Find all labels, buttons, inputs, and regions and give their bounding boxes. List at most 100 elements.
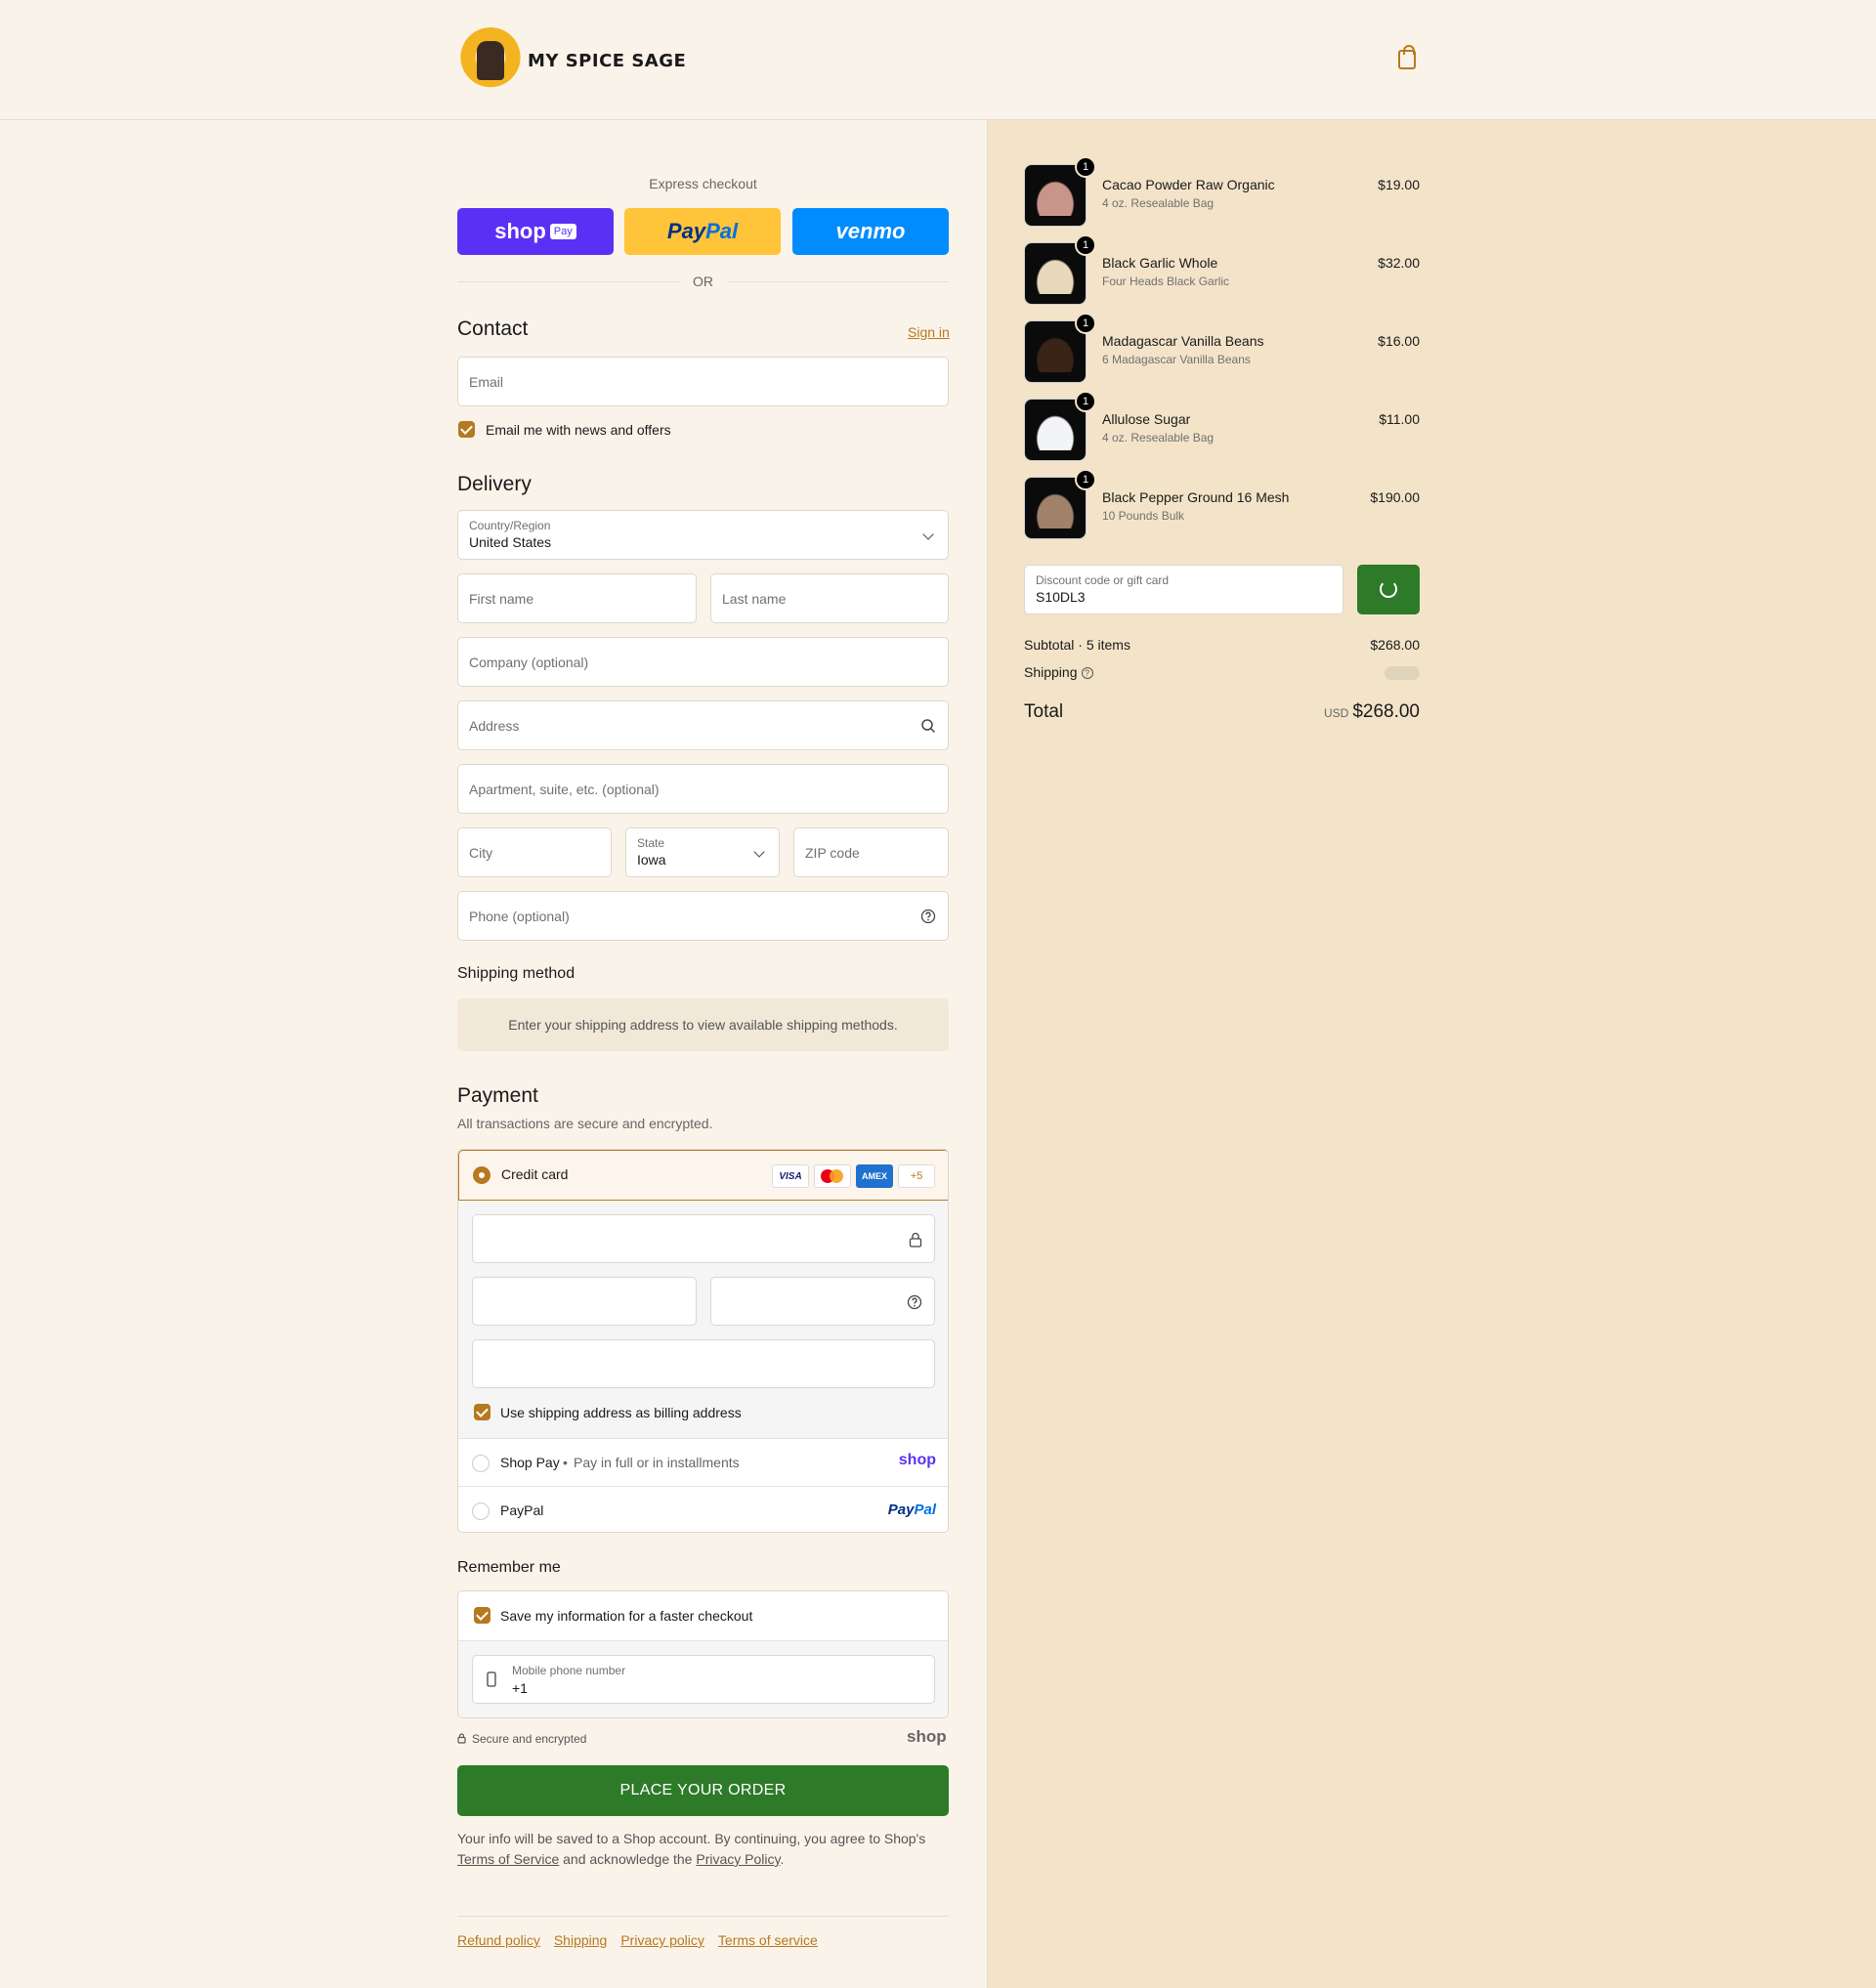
shipping-method-title: Shipping method (457, 965, 576, 982)
save-info-label: Save my information for a faster checkou… (500, 1608, 753, 1624)
shop-pay-logo: shop (898, 1452, 936, 1468)
product-image (1033, 333, 1078, 372)
country-label: Country/Region (469, 519, 551, 532)
apartment-field[interactable]: Apartment, suite, etc. (optional) (457, 764, 949, 814)
shop-pay-radio[interactable] (472, 1455, 490, 1472)
chevron-down-icon (922, 529, 934, 540)
apply-discount-button[interactable] (1357, 565, 1420, 614)
place-order-button[interactable]: PLACE YOUR ORDER (457, 1765, 949, 1816)
credit-card-label: Credit card (501, 1166, 569, 1182)
venmo-button[interactable]: venmo (792, 208, 949, 255)
save-info-checkbox[interactable] (474, 1607, 490, 1624)
shop-pay-label: Shop Pay (500, 1455, 560, 1470)
help-circle-icon[interactable]: ? (1081, 667, 1093, 680)
chevron-down-icon (753, 846, 765, 858)
address-field[interactable]: Address (457, 700, 949, 750)
loading-spinner-icon (1380, 580, 1397, 598)
shipping-row: Shipping? (1024, 664, 1420, 680)
city-placeholder: City (469, 845, 493, 861)
product-name: Black Pepper Ground 16 Mesh (1102, 489, 1290, 505)
city-field[interactable]: City (457, 827, 612, 877)
product-variant: 10 Pounds Bulk (1102, 509, 1185, 523)
company-field[interactable]: Company (optional) (457, 637, 949, 687)
help-circle-icon[interactable] (907, 1294, 922, 1310)
total-row: Total USD $268.00 (1024, 701, 1420, 725)
legal-notice: Your info will be saved to a Shop accoun… (457, 1829, 949, 1870)
credit-card-form: Use shipping address as billing address (458, 1201, 948, 1438)
shop-pay-button[interactable]: shop Pay (457, 208, 614, 255)
first-name-placeholder: First name (469, 591, 534, 607)
product-price: $32.00 (1378, 255, 1420, 271)
shop-pay-option[interactable]: Shop Pay • Pay in full or in installment… (458, 1438, 948, 1486)
state-select[interactable]: State Iowa (625, 827, 780, 877)
product-image (1033, 177, 1078, 216)
zip-field[interactable]: ZIP code (793, 827, 949, 877)
line-item: 1 Madagascar Vanilla Beans 6 Madagascar … (1024, 313, 1420, 383)
footer-links: Refund policy Shipping Privacy policy Te… (457, 1932, 818, 1948)
payment-subtitle: All transactions are secure and encrypte… (457, 1116, 713, 1131)
shop-terms-link[interactable]: Terms of Service (457, 1851, 559, 1867)
product-variant: 4 oz. Resealable Bag (1102, 431, 1215, 444)
total-value: $268.00 (1352, 701, 1420, 722)
company-placeholder: Company (optional) (469, 655, 589, 670)
paypal-logo-pay: Pay (887, 1502, 915, 1518)
paypal-label: PayPal (500, 1502, 544, 1518)
shopping-bag-icon[interactable] (1398, 45, 1416, 69)
state-label: State (637, 836, 665, 850)
shop-privacy-link[interactable]: Privacy Policy (696, 1851, 780, 1867)
shipping-policy-link[interactable]: Shipping (554, 1932, 608, 1948)
credit-card-radio[interactable] (473, 1166, 490, 1184)
last-name-field[interactable]: Last name (710, 573, 949, 623)
apartment-placeholder: Apartment, suite, etc. (optional) (469, 782, 660, 797)
security-code-field[interactable] (710, 1277, 935, 1326)
payment-title: Payment (457, 1084, 538, 1107)
expiration-field[interactable] (472, 1277, 697, 1326)
lock-icon (457, 1733, 466, 1744)
refund-policy-link[interactable]: Refund policy (457, 1932, 540, 1948)
product-name: Black Garlic Whole (1102, 255, 1218, 271)
line-item: 1 Black Garlic Whole Four Heads Black Ga… (1024, 234, 1420, 305)
sign-in-link[interactable]: Sign in (908, 324, 950, 340)
line-item: 1 Black Pepper Ground 16 Mesh 10 Pounds … (1024, 469, 1420, 539)
legal-text-1: Your info will be saved to a Shop accoun… (457, 1831, 926, 1846)
paypal-button[interactable]: Pay Pal (624, 208, 781, 255)
divider-line (457, 280, 679, 282)
shipping-method-info: Enter your shipping address to view avai… (457, 998, 949, 1051)
product-name: Allulose Sugar (1102, 411, 1191, 427)
search-icon (921, 719, 936, 734)
payment-options: Credit card VISA AMEX +5 Use shipping ad… (457, 1149, 949, 1533)
subtotal-row: Subtotal · 5 items $268.00 (1024, 637, 1420, 653)
product-variant: Four Heads Black Garlic (1102, 275, 1230, 288)
mobile-phone-label: Mobile phone number (512, 1664, 626, 1677)
terms-of-service-link[interactable]: Terms of service (718, 1932, 818, 1948)
email-field[interactable]: Email (457, 357, 949, 406)
product-price: $16.00 (1378, 333, 1420, 349)
quantity-badge: 1 (1075, 313, 1096, 334)
paypal-option[interactable]: PayPal PayPal (458, 1486, 948, 1532)
shop-pay-wordmark: shop (494, 219, 546, 243)
phone-field[interactable]: Phone (optional) (457, 891, 949, 941)
first-name-field[interactable]: First name (457, 573, 697, 623)
total-amount: USD $268.00 (1324, 701, 1420, 723)
help-circle-icon[interactable] (920, 909, 936, 924)
billing-checkbox[interactable] (474, 1404, 490, 1420)
country-value: United States (469, 534, 552, 550)
total-label: Total (1024, 701, 1064, 722)
discount-value: S10DL3 (1036, 589, 1086, 605)
product-price: $190.00 (1370, 489, 1420, 505)
name-on-card-field[interactable] (472, 1339, 935, 1388)
store-logo[interactable]: MY SPICE SAGE (457, 27, 686, 94)
discount-code-field[interactable]: Discount code or gift card S10DL3 (1024, 565, 1343, 614)
product-variant: 4 oz. Resealable Bag (1102, 196, 1215, 210)
country-select[interactable]: Country/Region United States (457, 510, 949, 560)
paypal-radio[interactable] (472, 1502, 490, 1520)
news-checkbox[interactable] (458, 421, 475, 438)
card-number-field[interactable] (472, 1214, 935, 1263)
quantity-badge: 1 (1075, 234, 1096, 256)
more-cards-badge: +5 (898, 1164, 935, 1188)
paypal-logo: PayPal (888, 1502, 936, 1518)
mobile-phone-field[interactable]: Mobile phone number +1 (472, 1655, 935, 1704)
credit-card-option[interactable]: Credit card VISA AMEX +5 (458, 1150, 948, 1201)
privacy-policy-link[interactable]: Privacy policy (620, 1932, 704, 1948)
currency-code: USD (1323, 706, 1349, 720)
